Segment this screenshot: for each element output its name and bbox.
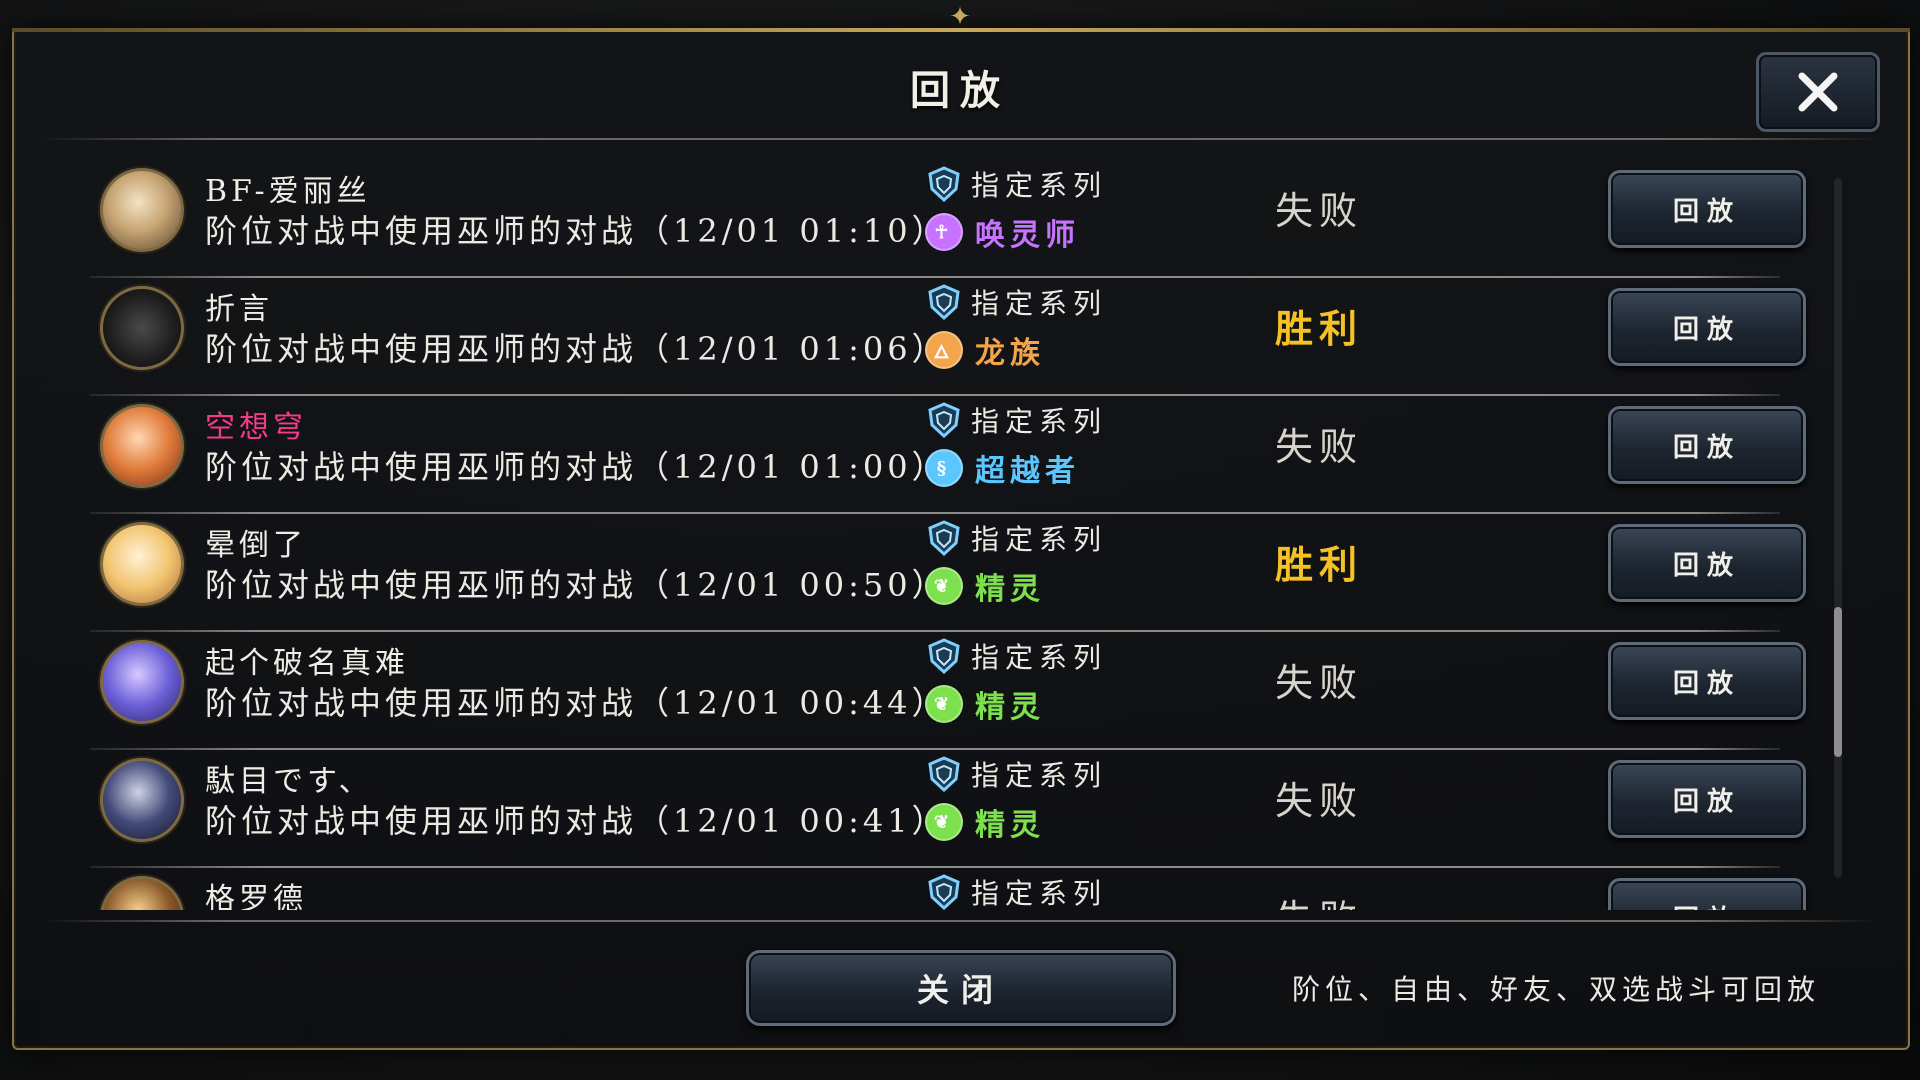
player-name: 駄目です、 xyxy=(205,764,373,799)
player-name: BF-爱丽丝 xyxy=(205,174,371,209)
class-label: § 超越者 xyxy=(925,448,1080,489)
series-shield-icon xyxy=(928,874,960,910)
series-text: 指定系列 xyxy=(971,759,1108,792)
match-result: 胜利 xyxy=(1275,542,1364,587)
leaf-icon: ❦ xyxy=(925,803,963,841)
replay-row: 折言 阶位对战中使用巫师的对战（12/01 01:06） 指定系列 🜂 龙族 胜利 回放 xyxy=(90,278,1830,396)
player-avatar xyxy=(100,640,184,724)
series-label: 指定系列 xyxy=(925,164,1107,204)
match-description: 阶位对战中使用巫师的对战（12/01 01:00） xyxy=(205,448,948,486)
series-label: 指定系列 xyxy=(925,636,1107,676)
series-label: 指定系列 xyxy=(925,518,1107,558)
replay-row: 空想穹 阶位对战中使用巫师的对战（12/01 01:00） 指定系列 § 超越者 失败 回放 xyxy=(90,396,1830,514)
necromancer-icon: ☥ xyxy=(925,213,963,251)
series-text: 指定系列 xyxy=(971,641,1108,674)
replay-button[interactable]: 回放 xyxy=(1608,406,1806,484)
close-button[interactable]: 关闭 xyxy=(746,950,1176,1026)
close-x-button[interactable] xyxy=(1756,52,1880,132)
replay-list[interactable]: BF-爱丽丝 阶位对战中使用巫师的对战（12/01 01:10） 指定系列 ☥ 唤灵师失… xyxy=(90,160,1830,910)
header-divider xyxy=(40,138,1880,140)
series-shield-icon xyxy=(928,756,960,793)
series-text: 指定系列 xyxy=(971,287,1108,320)
series-text: 指定系列 xyxy=(971,523,1108,556)
replay-row: 駄目です、 阶位对战中使用巫师的对战（12/01 00:41） 指定系列 ❦ 精灵 失败 回… xyxy=(90,750,1830,868)
series-shield-icon xyxy=(928,402,960,439)
class-label: 🜂 龙族 xyxy=(925,330,1045,371)
match-result: 失败 xyxy=(1275,661,1364,705)
series-shield-icon xyxy=(928,638,960,675)
match-result: 失败 xyxy=(1275,425,1364,469)
match-description: 阶位对战中使用巫师的对战（12/01 01:10） xyxy=(205,212,948,250)
player-avatar xyxy=(100,876,184,910)
scrollbar-thumb[interactable] xyxy=(1834,607,1842,757)
player-avatar xyxy=(100,286,184,370)
class-name: 龙族 xyxy=(975,336,1045,371)
class-label: ❦ 精灵 xyxy=(925,802,1045,843)
class-label: ❦ 精灵 xyxy=(925,566,1045,607)
replay-button[interactable]: 回放 xyxy=(1608,878,1806,910)
close-icon xyxy=(1798,72,1838,112)
footer-divider xyxy=(40,920,1880,922)
replay-row: 格罗德 指定系列 失败 回放 xyxy=(90,868,1830,910)
series-shield-icon xyxy=(928,520,960,557)
series-text: 指定系列 xyxy=(971,405,1108,438)
class-label: ❦ 精灵 xyxy=(925,684,1045,725)
transcendent-icon: § xyxy=(925,449,963,487)
replay-button[interactable]: 回放 xyxy=(1608,524,1806,602)
dialog-title: 回放 xyxy=(910,67,1010,114)
class-name: 精灵 xyxy=(975,690,1045,725)
replay-row: BF-爱丽丝 阶位对战中使用巫师的对战（12/01 01:10） 指定系列 ☥ 唤灵师 失… xyxy=(90,160,1830,278)
replay-hint-text: 阶位、自由、好友、双选战斗可回放 xyxy=(1292,973,1821,1006)
replay-button[interactable]: 回放 xyxy=(1608,642,1806,720)
player-avatar xyxy=(100,168,184,252)
player-avatar xyxy=(100,758,184,842)
match-result: 失败 xyxy=(1275,779,1364,823)
match-description: 阶位对战中使用巫师的对战（12/01 00:50） xyxy=(205,566,948,604)
class-label: ☥ 唤灵师 xyxy=(925,212,1080,253)
leaf-icon: ❦ xyxy=(925,685,963,723)
replay-button[interactable]: 回放 xyxy=(1608,760,1806,838)
scrollbar[interactable] xyxy=(1834,178,1842,878)
player-avatar xyxy=(100,404,184,488)
class-name: 精灵 xyxy=(975,572,1045,607)
crest-ornament: ✦ xyxy=(949,2,971,32)
series-label: 指定系列 xyxy=(925,872,1107,910)
series-text: 指定系列 xyxy=(971,877,1108,910)
match-result: 失败 xyxy=(1275,189,1364,233)
match-description: 阶位对战中使用巫师的对战（12/01 01:06） xyxy=(205,330,948,368)
player-name: 格罗德 xyxy=(205,882,307,910)
series-shield-icon xyxy=(928,284,960,321)
match-result: 胜利 xyxy=(1275,306,1364,351)
match-description: 阶位对战中使用巫师的对战（12/01 00:44） xyxy=(205,684,948,722)
match-description: 阶位对战中使用巫师的对战（12/01 00:41） xyxy=(205,802,948,840)
class-name: 唤灵师 xyxy=(975,218,1080,253)
player-name: 晕倒了 xyxy=(205,528,307,563)
class-name: 精灵 xyxy=(975,808,1045,843)
match-result: 失败 xyxy=(1275,888,1363,910)
series-label: 指定系列 xyxy=(925,282,1107,322)
series-label: 指定系列 xyxy=(925,400,1107,440)
player-name: 起个破名真难 xyxy=(205,646,409,681)
replay-button[interactable]: 回放 xyxy=(1608,288,1806,366)
class-name: 超越者 xyxy=(975,454,1080,489)
series-text: 指定系列 xyxy=(971,169,1108,202)
player-avatar xyxy=(100,522,184,606)
replay-row: 晕倒了 阶位对战中使用巫师的对战（12/01 00:50） 指定系列 ❦ 精灵 胜利 回放 xyxy=(90,514,1830,632)
leaf-icon: ❦ xyxy=(925,567,963,605)
player-name: 空想穹 xyxy=(205,410,307,445)
dragon-icon: 🜂 xyxy=(925,331,963,369)
player-name: 折言 xyxy=(205,292,273,327)
series-label: 指定系列 xyxy=(925,754,1107,794)
series-shield-icon xyxy=(928,166,960,203)
replay-row: 起个破名真难 阶位对战中使用巫师的对战（12/01 00:44） 指定系列 ❦ 精灵 失败… xyxy=(90,632,1830,750)
replay-button[interactable]: 回放 xyxy=(1608,170,1806,248)
